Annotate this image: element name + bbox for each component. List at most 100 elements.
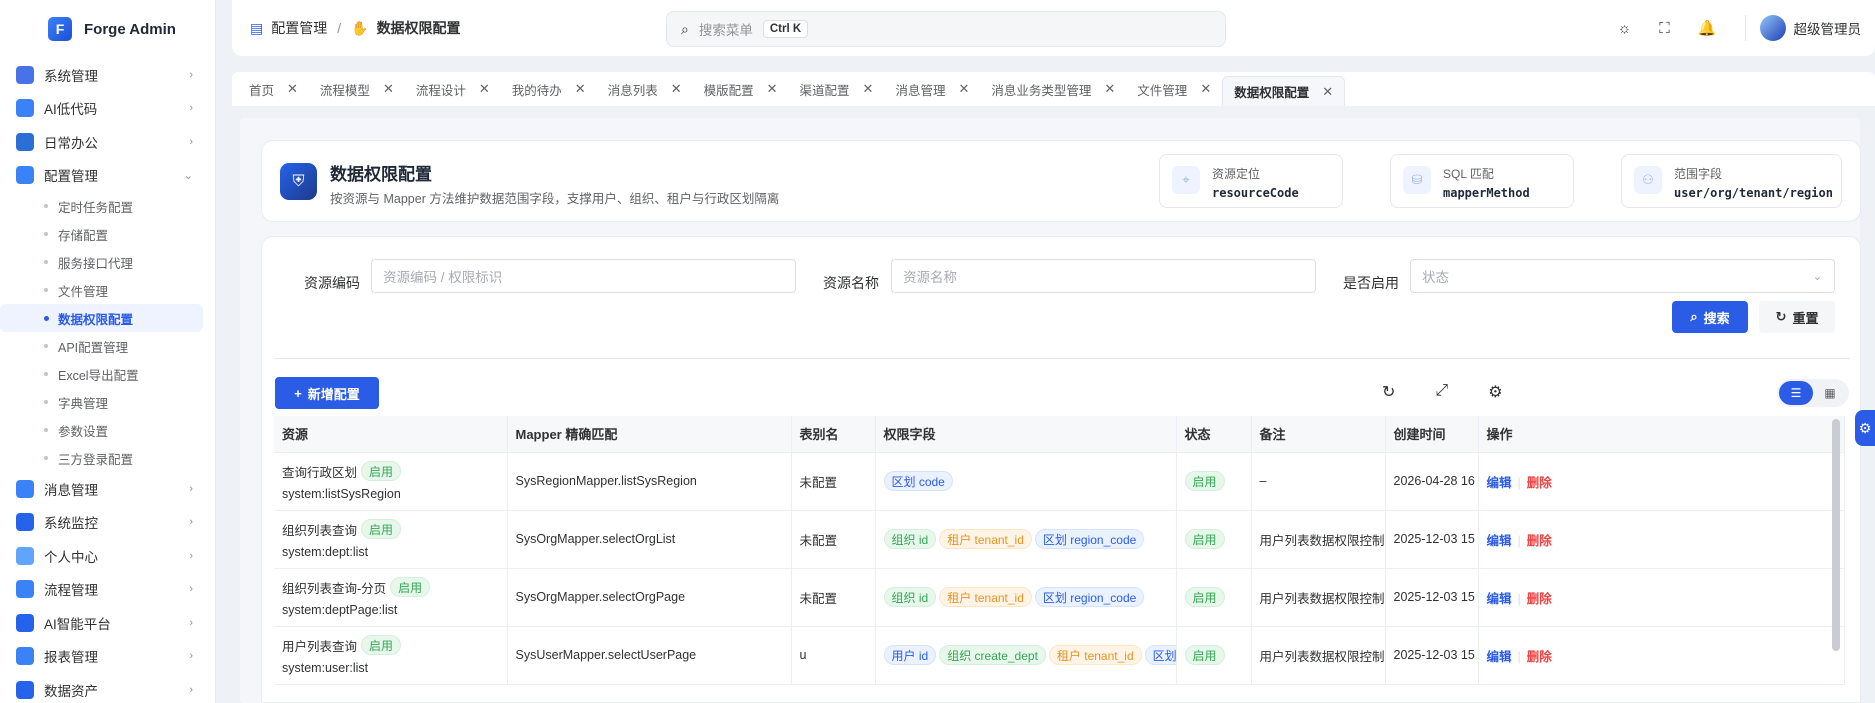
delete-link[interactable]: 删除 bbox=[1527, 476, 1552, 490]
list-view-icon[interactable]: ☰ bbox=[1779, 381, 1813, 405]
close-icon[interactable]: ✕ bbox=[383, 81, 394, 97]
breadcrumb-item-config[interactable]: 配置管理 bbox=[271, 18, 327, 38]
resource-name-input[interactable]: 资源名称 bbox=[891, 259, 1316, 293]
menu-search[interactable]: ⌕ 搜索菜单 Ctrl K bbox=[666, 11, 1226, 47]
table-row[interactable]: 组织列表查询 启用 system:dept:list SysOrgMapper.sel… bbox=[274, 510, 1845, 569]
edit-link[interactable]: 编辑 bbox=[1487, 476, 1512, 490]
grid-view-icon[interactable]: ▦ bbox=[1813, 381, 1847, 405]
submenu-item-2[interactable]: 服务接口代理 bbox=[0, 248, 203, 276]
submenu-item-1[interactable]: 存储配置 bbox=[0, 220, 203, 248]
avatar bbox=[1759, 15, 1786, 41]
close-icon[interactable]: ✕ bbox=[863, 81, 874, 97]
table-row[interactable]: 用户列表查询 启用 system:user:list SysUserMapper.se… bbox=[274, 626, 1845, 685]
view-toggle: ☰ ▦ bbox=[1777, 379, 1849, 407]
sidebar-item-top-2[interactable]: ■ 日常办公 › bbox=[0, 125, 215, 159]
submenu-item-4[interactable]: 数据权限配置 bbox=[0, 304, 203, 332]
tab-0[interactable]: 首页 ✕ bbox=[238, 72, 309, 106]
tab-8[interactable]: 消息业务类型管理 ✕ bbox=[980, 72, 1126, 106]
search-icon: ⌕ bbox=[1690, 309, 1698, 324]
page-header-card: ⛨ 数据权限配置 按资源与 Mapper 方法维护数据范围字段，支撑用户、组织、… bbox=[261, 140, 1861, 222]
tab-4[interactable]: 消息列表 ✕ bbox=[597, 72, 693, 106]
resource-code-input[interactable]: 资源编码 / 权限标识 bbox=[371, 259, 796, 293]
tab-1[interactable]: 流程模型 ✕ bbox=[309, 72, 405, 106]
tab-label: 流程模型 bbox=[319, 83, 370, 98]
bell-icon[interactable]: 🔔 bbox=[1698, 19, 1717, 37]
close-icon[interactable]: ✕ bbox=[287, 81, 298, 97]
sidebar-item-top-1[interactable]: ■ AI低代码 › bbox=[0, 92, 215, 126]
close-icon[interactable]: ✕ bbox=[575, 81, 586, 97]
sidebar-item-bottom-3[interactable]: ■ 流程管理 › bbox=[0, 573, 215, 607]
cell-remark: – bbox=[1251, 452, 1386, 511]
sidebar-item-top-3[interactable]: ■ 配置管理 ⌄ bbox=[0, 159, 215, 193]
delete-link[interactable]: 删除 bbox=[1527, 534, 1552, 548]
info-card-label: 资源定位 bbox=[1212, 167, 1261, 181]
tab-label: 消息业务类型管理 bbox=[991, 83, 1092, 98]
sidebar-item-bottom-2[interactable]: ■ 个人中心 › bbox=[0, 539, 215, 573]
close-icon[interactable]: ✕ bbox=[1322, 84, 1333, 100]
edit-link[interactable]: 编辑 bbox=[1487, 534, 1512, 548]
tab-5[interactable]: 模版配置 ✕ bbox=[693, 72, 789, 106]
fullscreen-icon[interactable]: ⛶ bbox=[1659, 20, 1670, 37]
resource-name-text: 组织列表查询-分页 bbox=[282, 581, 387, 596]
table-row[interactable]: 查询行政区划 启用 system:listSysRegion SysRegionMap… bbox=[274, 452, 1845, 511]
edit-link[interactable]: 编辑 bbox=[1487, 650, 1512, 664]
close-icon[interactable]: ✕ bbox=[767, 81, 778, 97]
tab-10[interactable]: 数据权限配置 ✕ bbox=[1222, 76, 1346, 106]
refresh-icon[interactable]: ↻ bbox=[1382, 382, 1395, 402]
sidebar-item-top-0[interactable]: ■ 系统管理 › bbox=[0, 58, 215, 92]
cell-resource: 用户列表查询 启用 system:user:list bbox=[274, 626, 508, 685]
tab-9[interactable]: 文件管理 ✕ bbox=[1126, 72, 1222, 106]
tab-7[interactable]: 消息管理 ✕ bbox=[884, 72, 980, 106]
cell-resource: 组织列表查询-分页 启用 system:deptPage:list bbox=[274, 568, 508, 627]
submenu-item-9[interactable]: 三方登录配置 bbox=[0, 444, 203, 472]
close-icon[interactable]: ✕ bbox=[479, 81, 490, 97]
submenu-item-6[interactable]: Excel导出配置 bbox=[0, 360, 203, 388]
search-button[interactable]: ⌕ 搜索 bbox=[1672, 301, 1748, 333]
info-card-resource: ⌖ 资源定位 resourceCode bbox=[1159, 154, 1343, 208]
close-icon[interactable]: ✕ bbox=[1104, 81, 1115, 97]
tab-label: 消息列表 bbox=[607, 83, 658, 98]
close-icon[interactable]: ✕ bbox=[671, 81, 682, 97]
sidebar-item-bottom-6[interactable]: ■ 数据资产 › bbox=[0, 673, 215, 703]
sidebar-item-bottom-5[interactable]: ■ 报表管理 › bbox=[0, 640, 215, 674]
cell-actions: 编辑 | 删除 bbox=[1478, 568, 1845, 627]
delete-link[interactable]: 删除 bbox=[1527, 592, 1552, 606]
settings-drawer-icon[interactable]: ⚙ bbox=[1855, 410, 1875, 446]
field-tag: 区划 region_code bbox=[1034, 529, 1145, 549]
submenu-item-0[interactable]: 定时任务配置 bbox=[0, 192, 203, 220]
status-select[interactable]: 状态 ⌄ bbox=[1410, 259, 1835, 293]
app-name: Forge Admin bbox=[84, 20, 176, 38]
cell-actions: 编辑 | 删除 bbox=[1478, 626, 1845, 685]
user-menu[interactable]: 超级管理员 bbox=[1744, 15, 1861, 41]
gear-icon[interactable]: ⚙ bbox=[1488, 382, 1502, 402]
submenu-item-7[interactable]: 字典管理 bbox=[0, 388, 203, 416]
info-card-value: user/org/tenant/region bbox=[1674, 186, 1833, 200]
close-icon[interactable]: ✕ bbox=[958, 81, 969, 97]
submenu-item-3[interactable]: 文件管理 bbox=[0, 276, 203, 304]
status-badge: 启用 bbox=[1184, 587, 1225, 607]
submenu-item-5[interactable]: API配置管理 bbox=[0, 332, 203, 360]
expand-icon[interactable]: ⤢ bbox=[1435, 382, 1448, 402]
tab-3[interactable]: 我的待办 ✕ bbox=[501, 72, 597, 106]
status-badge: 启用 bbox=[1184, 645, 1225, 665]
add-config-button[interactable]: + 新增配置 bbox=[275, 377, 379, 409]
close-icon[interactable]: ✕ bbox=[1200, 81, 1211, 97]
page-tabs: 首页 ✕ 流程模型 ✕ 流程设计 ✕ 我的待办 ✕ 消息列表 ✕ 模版配置 ✕ 渠道配置 ✕ 消息管理 ✕ 消息… bbox=[232, 72, 1875, 106]
submenu-item-8[interactable]: 参数设置 bbox=[0, 416, 203, 444]
delete-link[interactable]: 删除 bbox=[1527, 650, 1552, 664]
column-header: Mapper 精确匹配 bbox=[507, 416, 792, 453]
logo[interactable]: F Forge Admin bbox=[0, 0, 215, 58]
breadcrumb: ▤ 配置管理 / ✋ 数据权限配置 bbox=[250, 18, 461, 38]
sidebar-item-bottom-1[interactable]: ■ 系统监控 › bbox=[0, 506, 215, 540]
monitor-icon: ■ bbox=[16, 513, 34, 532]
sidebar-item-bottom-0[interactable]: ■ 消息管理 › bbox=[0, 472, 215, 506]
sidebar-item-bottom-4[interactable]: ■ AI智能平台 › bbox=[0, 606, 215, 640]
table-row[interactable]: 组织列表查询-分页 启用 system:deptPage:list SysOrgMap… bbox=[274, 568, 1845, 627]
edit-link[interactable]: 编辑 bbox=[1487, 592, 1512, 606]
tab-6[interactable]: 渠道配置 ✕ bbox=[789, 72, 885, 106]
table-scrollbar[interactable] bbox=[1832, 419, 1840, 651]
tab-2[interactable]: 流程设计 ✕ bbox=[405, 72, 501, 106]
reset-button[interactable]: ↻ 重置 bbox=[1759, 301, 1835, 333]
theme-toggle-icon[interactable]: ☼ bbox=[1618, 20, 1632, 37]
cell-created: 2025-12-03 15 bbox=[1385, 510, 1479, 569]
